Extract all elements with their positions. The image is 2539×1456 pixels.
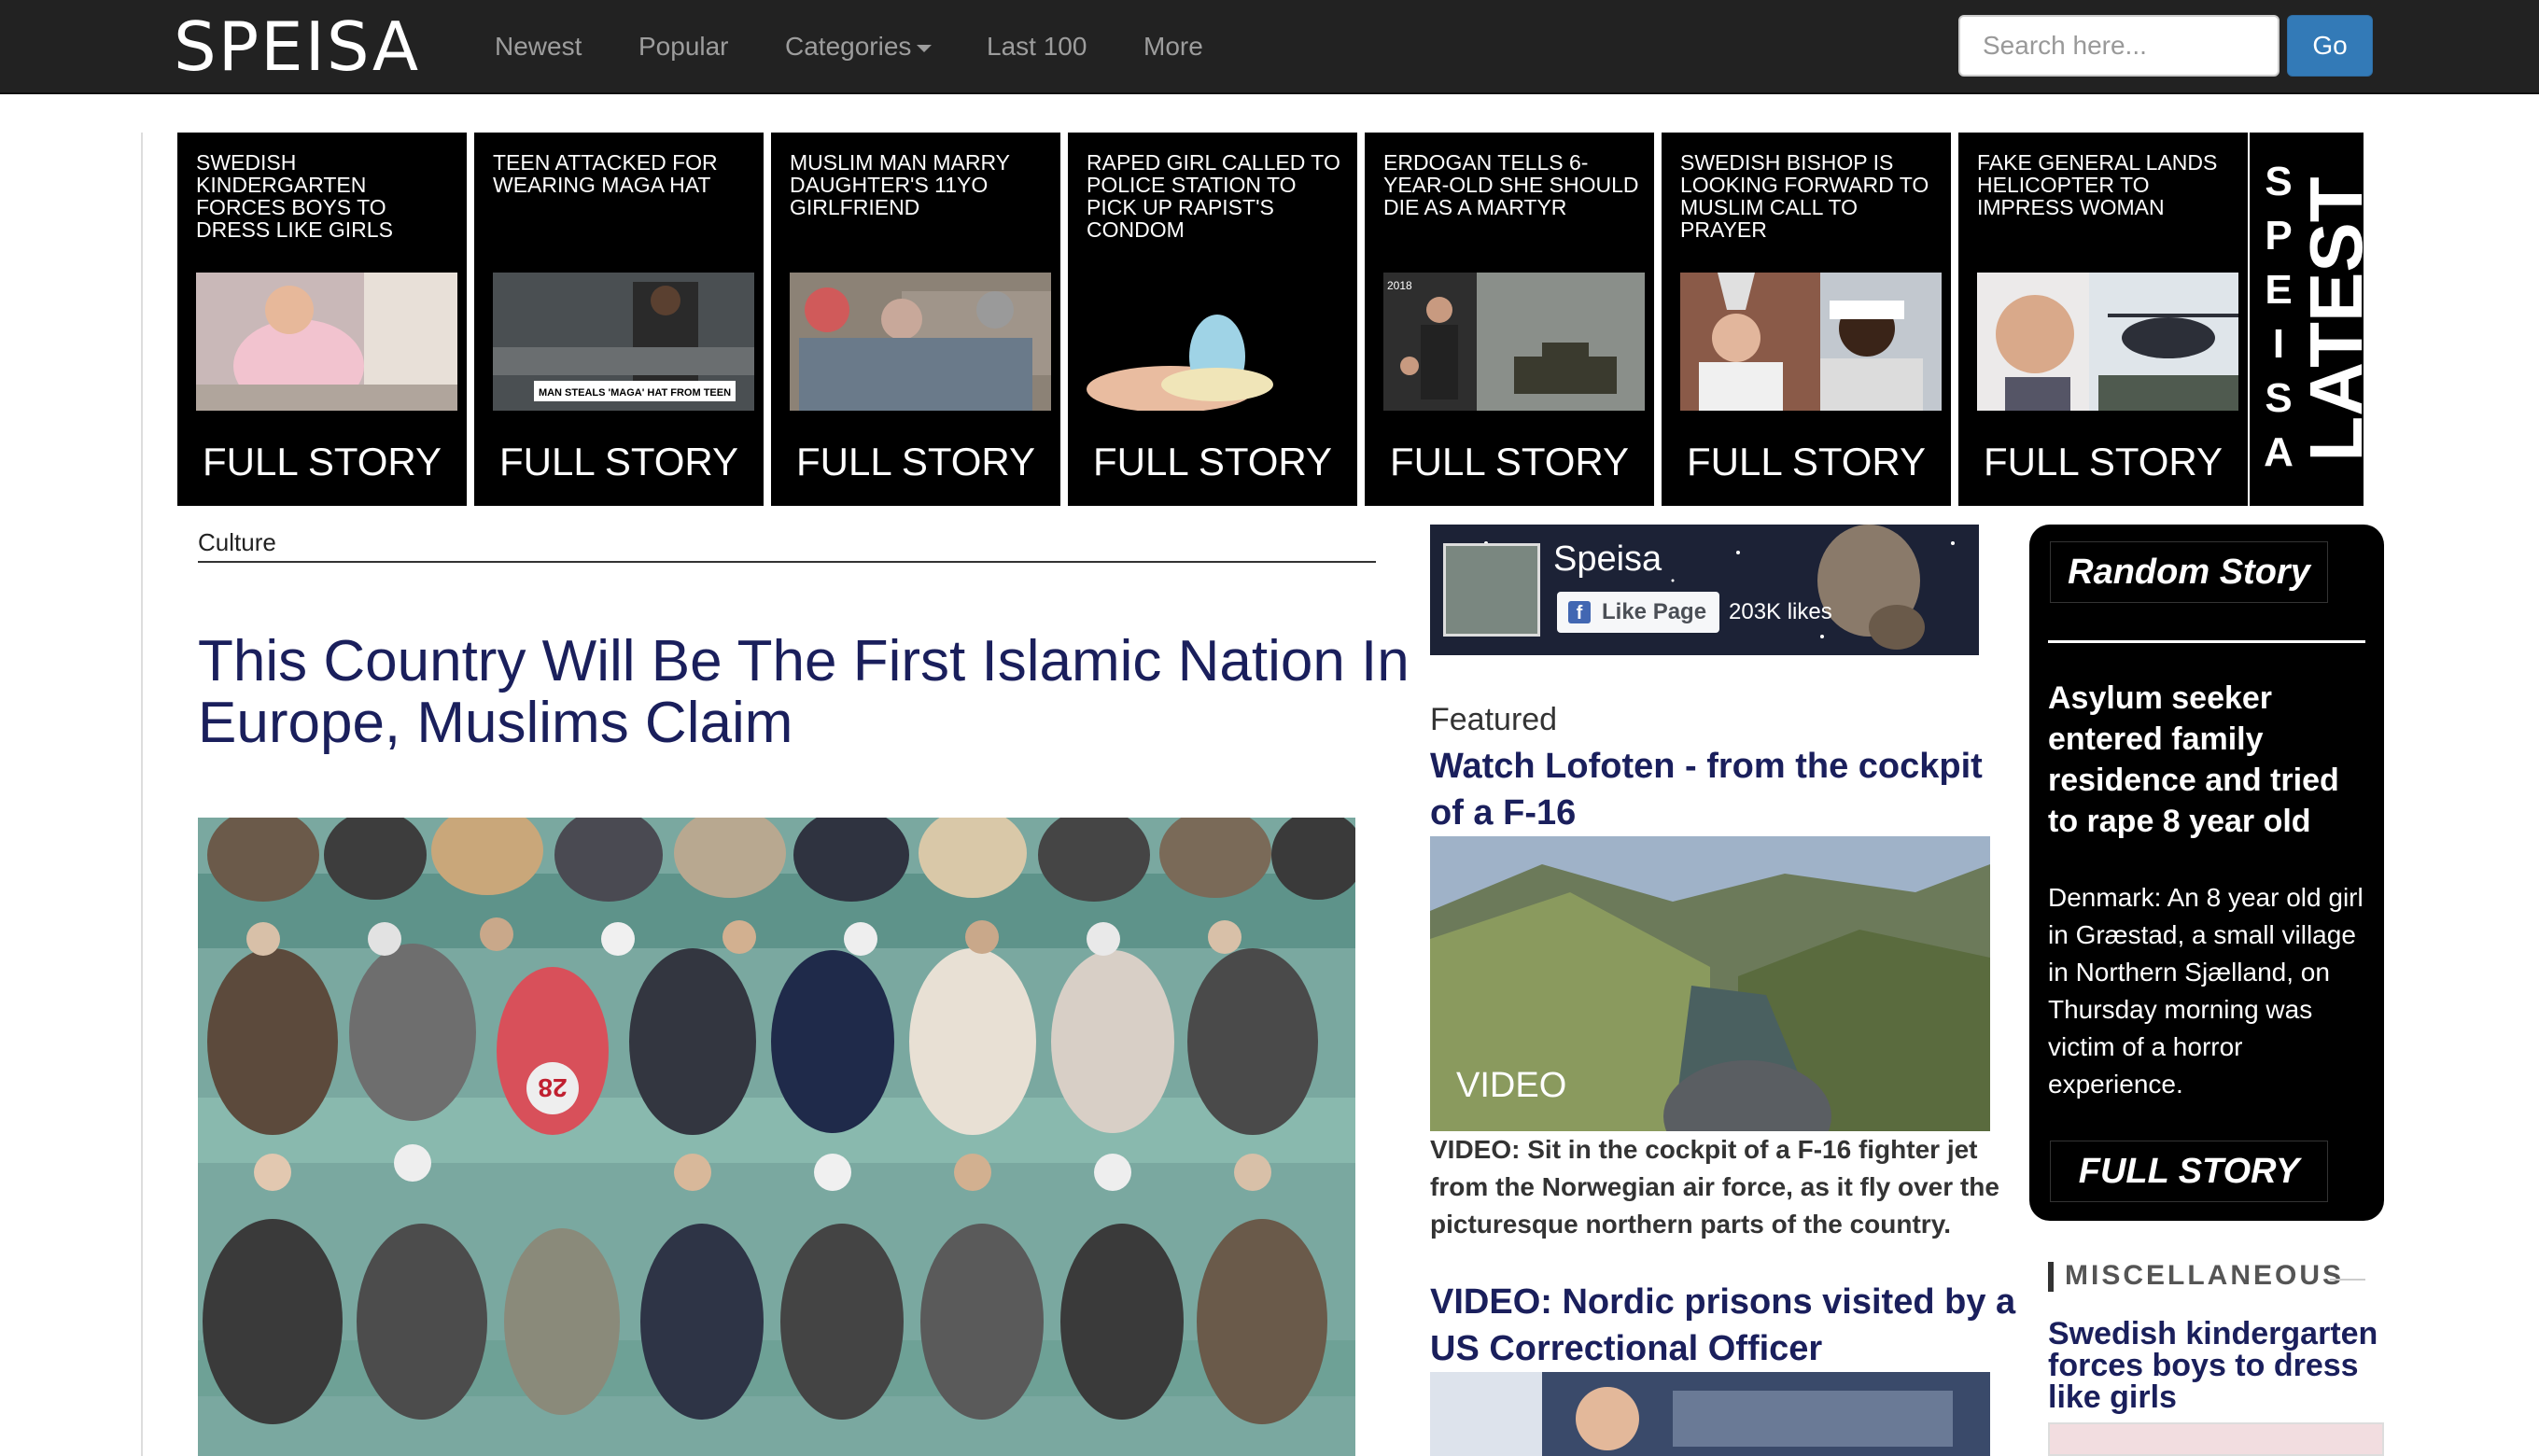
nav-last-100[interactable]: Last 100 — [987, 28, 1087, 65]
full-story-link[interactable]: FULL STORY — [1958, 441, 2248, 483]
featured-title[interactable]: Watch Lofoten - from the cockpit of a F-… — [1430, 743, 2018, 836]
featured-label: Featured — [1430, 702, 1558, 737]
article-category[interactable]: Culture — [198, 528, 276, 557]
nav-newest[interactable]: Newest — [495, 28, 582, 65]
site-logo[interactable]: SPEISA — [174, 13, 420, 80]
nav-more[interactable]: More — [1143, 28, 1203, 65]
latest-stories-strip: SWEDISH KINDERGARTEN FORCES BOYS TO DRES… — [177, 133, 2364, 506]
latest-side-panel: S P E I S A LATEST — [2250, 133, 2378, 506]
left-divider — [141, 133, 143, 1456]
full-story-link[interactable]: FULL STORY — [1068, 441, 1357, 483]
card-title: FAKE GENERAL LANDS HELICOPTER TO IMPRESS… — [1977, 150, 2218, 219]
latest-card[interactable]: SWEDISH KINDERGARTEN FORCES BOYS TO DRES… — [177, 133, 467, 506]
facebook-like-label: Like Page — [1602, 599, 1707, 624]
shirt-number: 28 — [538, 1073, 567, 1102]
random-story-divider — [2048, 640, 2365, 643]
facebook-page-name[interactable]: Speisa — [1553, 539, 1662, 580]
random-story-label[interactable]: Random Story — [2050, 541, 2328, 603]
featured-video-thumbnail[interactable]: VIDEO — [1430, 836, 1990, 1131]
card-title: ERDOGAN TELLS 6-YEAR-OLD SHE SHOULD DIE … — [1383, 150, 1639, 219]
facebook-icon: f — [1568, 601, 1591, 623]
card-image: MAN STEALS 'MAGA' HAT FROM TEEN — [493, 273, 754, 411]
full-story-link[interactable]: FULL STORY — [1662, 441, 1951, 483]
facebook-like-button[interactable]: f Like Page — [1557, 592, 1719, 633]
caret-down-icon — [917, 44, 933, 52]
article-hero-image: 28 — [198, 818, 1355, 1456]
card-title: RAPED GIRL CALLED TO POLICE STATION TO P… — [1087, 150, 1340, 242]
random-story-panel: Random Story Asylum seeker entered famil… — [2029, 525, 2384, 1221]
misc-story-thumbnail[interactable] — [2048, 1422, 2384, 1456]
facebook-page-widget[interactable]: Speisa f Like Page 203K likes — [1430, 525, 1979, 655]
facebook-avatar — [1443, 543, 1540, 637]
latest-card[interactable]: TEEN ATTACKED FOR WEARING MAGA HAT MAN S… — [474, 133, 764, 506]
image-caption: 2018 — [1387, 279, 1412, 292]
miscellaneous-heading: MISCELLANEOUS — [2065, 1260, 2345, 1291]
section-rule — [2330, 1279, 2365, 1281]
video-tag: VIDEO — [1456, 1066, 1567, 1105]
article-headline: This Country Will Be The First Islamic N… — [198, 629, 1410, 755]
card-title: SWEDISH KINDERGARTEN FORCES BOYS TO DRES… — [196, 150, 393, 242]
card-title: MUSLIM MAN MARRY DAUGHTER'S 11YO GIRLFRI… — [790, 150, 1010, 219]
latest-card[interactable]: MUSLIM MAN MARRY DAUGHTER'S 11YO GIRLFRI… — [771, 133, 1060, 506]
card-image — [1087, 273, 1348, 411]
latest-label: LATEST — [2294, 176, 2378, 462]
random-story-title[interactable]: Asylum seeker entered family residence a… — [2048, 678, 2375, 842]
nav-popular[interactable]: Popular — [638, 28, 729, 65]
nav-categories-label: Categories — [785, 32, 912, 61]
card-image — [790, 273, 1051, 411]
second-story-title[interactable]: VIDEO: Nordic prisons visited by a US Co… — [1430, 1279, 2018, 1372]
random-story-description: Denmark: An 8 year old girl in Græstad, … — [2048, 883, 2364, 1099]
second-story-thumbnail[interactable] — [1430, 1372, 1990, 1456]
facebook-likes-count: 203K likes — [1729, 599, 1832, 624]
full-story-link[interactable]: FULL STORY — [474, 441, 764, 483]
search-go-button[interactable]: Go — [2287, 15, 2373, 77]
full-story-link[interactable]: FULL STORY — [771, 441, 1060, 483]
card-title: TEEN ATTACKED FOR WEARING MAGA HAT — [493, 150, 718, 197]
featured-description: VIDEO: Sit in the cockpit of a F-16 figh… — [1430, 1135, 1999, 1239]
full-story-link[interactable]: FULL STORY — [1365, 441, 1654, 483]
latest-card[interactable]: SWEDISH BISHOP IS LOOKING FORWARD TO MUS… — [1662, 133, 1951, 506]
full-story-link[interactable]: FULL STORY — [177, 441, 467, 483]
misc-story-title[interactable]: Swedish kindergarten forces boys to dres… — [2048, 1318, 2384, 1413]
card-image: 2018 — [1383, 273, 1645, 411]
search-input[interactable] — [1958, 15, 2279, 77]
card-title: SWEDISH BISHOP IS LOOKING FORWARD TO MUS… — [1680, 150, 1929, 242]
random-full-story-button[interactable]: FULL STORY — [2050, 1141, 2328, 1202]
image-caption: MAN STEALS 'MAGA' HAT FROM TEEN — [539, 387, 731, 399]
nav-categories[interactable]: Categories — [785, 28, 933, 65]
section-marker — [2048, 1262, 2054, 1292]
card-image — [196, 273, 457, 411]
card-image — [1680, 273, 1942, 411]
card-image — [1977, 273, 2238, 411]
top-navbar: SPEISA Newest Popular Categories Last 10… — [0, 0, 2539, 94]
latest-card[interactable]: RAPED GIRL CALLED TO POLICE STATION TO P… — [1068, 133, 1357, 506]
latest-card[interactable]: FAKE GENERAL LANDS HELICOPTER TO IMPRESS… — [1958, 133, 2248, 506]
category-divider — [198, 561, 1376, 563]
latest-card[interactable]: ERDOGAN TELLS 6-YEAR-OLD SHE SHOULD DIE … — [1365, 133, 1654, 506]
